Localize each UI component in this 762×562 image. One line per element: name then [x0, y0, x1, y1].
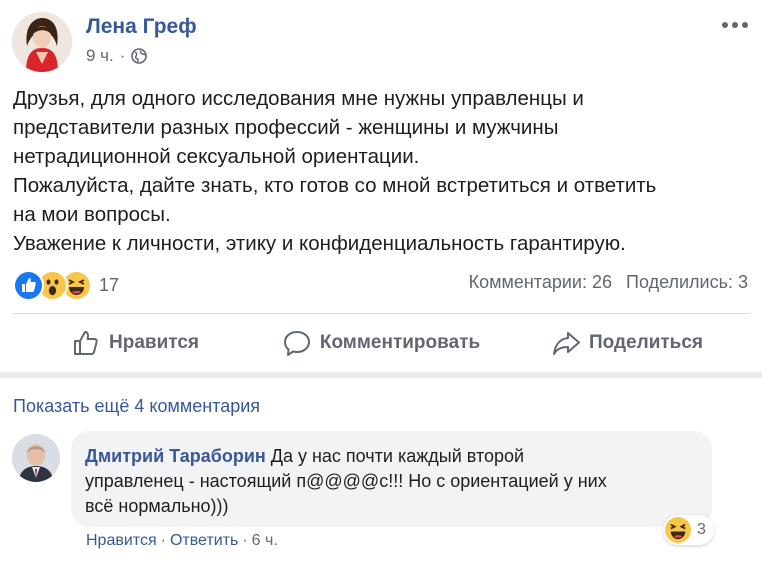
post-text-line: Уважение к личности, этику и конфиденциа…: [13, 232, 626, 255]
post-text-line: на мои вопросы.: [13, 203, 171, 226]
separator-dot: ·: [160, 532, 166, 549]
comment-like-link[interactable]: Нравится: [86, 532, 157, 550]
reactions-summary[interactable]: 17: [13, 270, 119, 301]
post-meta: 9 ч. ·: [86, 46, 148, 66]
comment-reactions[interactable]: 3: [663, 515, 714, 545]
post-text-line: нетрадиционной сексуальной ориентации.: [13, 145, 420, 168]
author-avatar[interactable]: [12, 12, 72, 72]
more-options-icon[interactable]: [722, 20, 750, 30]
share-button-label: Поделиться: [588, 332, 704, 353]
globe-icon[interactable]: [131, 48, 148, 64]
meta-separator: ·: [119, 46, 126, 65]
facebook-post: Лена Греф 9 ч. · Друзья, для одного иссл…: [0, 0, 762, 562]
comment-text: Дмитрий Тараборин Да у нас почти каждый …: [85, 444, 697, 519]
post-time[interactable]: 9 ч.: [86, 46, 114, 66]
comment-button[interactable]: Комментировать: [258, 320, 504, 366]
comment-bubble-icon: [283, 331, 310, 356]
shares-count-link[interactable]: Поделились: 3: [626, 272, 748, 293]
comment-reply-link[interactable]: Ответить: [170, 532, 238, 550]
comment-text-line: Да у нас почти каждый второй: [265, 446, 525, 466]
comment-reaction-count: 3: [697, 521, 706, 538]
share-button[interactable]: Поделиться: [504, 320, 750, 366]
commenter-avatar[interactable]: [12, 434, 60, 482]
share-arrow-icon: [552, 332, 580, 355]
post-text-line: представители разных профессий - женщины…: [13, 116, 559, 139]
comments-count-link[interactable]: Комментарии: 26: [469, 272, 612, 293]
post-author-name[interactable]: Лена Греф: [86, 15, 197, 39]
post-action-bar: Нравится Комментировать Поделиться: [12, 320, 750, 366]
comment-text-line: управленец - настоящий п@@@@с!!! Но с ор…: [85, 471, 607, 491]
thumbs-up-icon: [74, 331, 98, 355]
haha-icon: [665, 517, 691, 543]
comment-bubble: Дмитрий Тараборин Да у нас почти каждый …: [71, 431, 712, 527]
separator-dot: ·: [242, 532, 248, 549]
comment-author-name[interactable]: Дмитрий Тараборин: [85, 446, 266, 466]
comment-text-line: всё нормально))): [85, 496, 229, 516]
section-separator: [0, 372, 762, 378]
comment-time[interactable]: 6 ч.: [252, 532, 278, 550]
engagement-counts: Комментарии: 26 Поделились: 3: [469, 272, 748, 293]
post-text-line: Друзья, для одного исследования мне нужн…: [13, 87, 584, 110]
show-more-comments-link[interactable]: Показать ещё 4 комментария: [13, 396, 260, 417]
like-button[interactable]: Нравится: [12, 320, 258, 366]
post-text-line: Пожалуйста, дайте знать, кто готов со мн…: [13, 174, 657, 197]
post-text: Друзья, для одного исследования мне нужн…: [13, 84, 753, 258]
comment-actions: Нравится · Ответить · 6 ч.: [86, 532, 278, 550]
like-button-label: Нравится: [109, 332, 199, 353]
like-icon: [13, 270, 44, 301]
reactions-count: 17: [99, 275, 120, 295]
comment-button-label: Комментировать: [319, 332, 481, 353]
divider: [12, 313, 750, 314]
